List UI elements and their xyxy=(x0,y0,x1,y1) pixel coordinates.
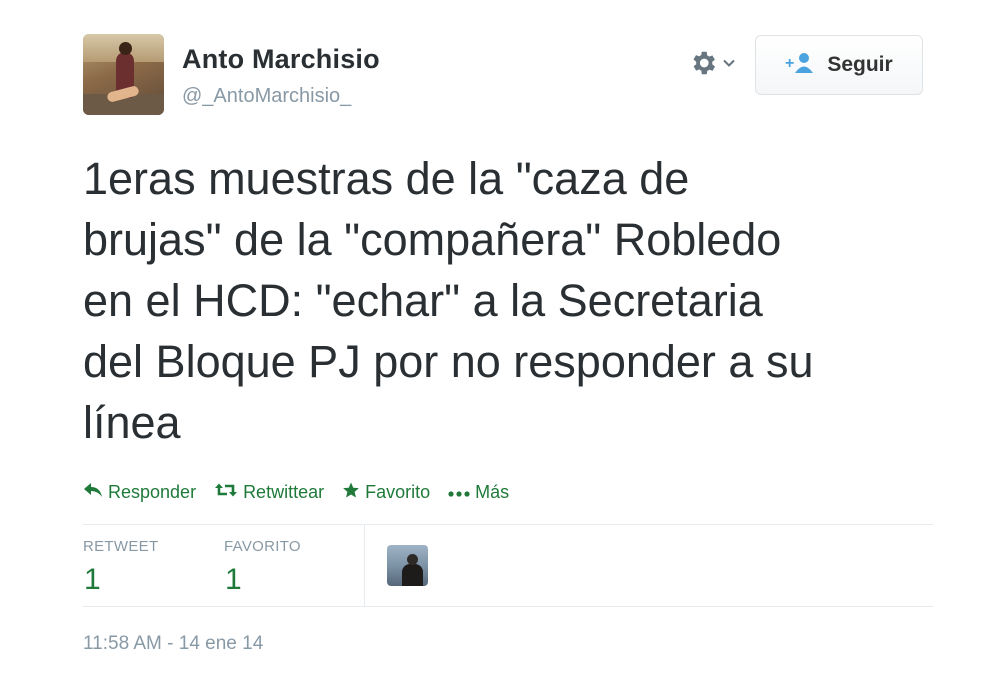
follow-button[interactable]: + Seguir xyxy=(755,35,923,95)
retweet-label: Retwittear xyxy=(243,481,325,502)
favorites-stat-label[interactable]: FAVORITO xyxy=(224,538,301,555)
reply-label: Responder xyxy=(108,481,197,502)
favoriter-avatar[interactable] xyxy=(387,545,428,586)
more-button[interactable]: Más xyxy=(448,482,509,503)
profile-avatar[interactable] xyxy=(83,34,164,115)
add-user-icon: + xyxy=(785,52,815,79)
favoriter-avatar-head xyxy=(407,554,418,565)
favorite-button[interactable]: Favorito xyxy=(342,481,430,504)
retweets-stat-label[interactable]: RETWEET xyxy=(83,538,158,555)
reply-icon xyxy=(83,482,103,503)
retweet-button[interactable]: Retwittear xyxy=(214,482,324,503)
tweet-text: 1eras muestras de la "caza de brujas" de… xyxy=(83,153,814,448)
gear-icon xyxy=(688,48,718,83)
favorite-label: Favorito xyxy=(365,481,431,502)
settings-dropdown[interactable] xyxy=(688,50,748,80)
tweet-timestamp[interactable]: 11:58 AM - 14 ene 14 xyxy=(83,633,263,655)
user-handle[interactable]: @_AntoMarchisio_ xyxy=(182,85,351,108)
tweet-actions: Responder Retwittear Favorito Más xyxy=(83,479,509,505)
svg-text:+: + xyxy=(785,55,794,72)
more-dots-icon xyxy=(448,482,470,503)
avatar-head xyxy=(119,42,132,55)
more-label: Más xyxy=(475,481,510,502)
chevron-down-icon xyxy=(722,56,736,75)
divider-bottom xyxy=(83,606,933,607)
user-name[interactable]: Anto Marchisio xyxy=(182,44,380,75)
favorites-stat-value[interactable]: 1 xyxy=(225,563,242,597)
reply-button[interactable]: Responder xyxy=(83,482,196,503)
stats-divider xyxy=(364,525,365,606)
favoriter-avatar-body xyxy=(402,564,423,586)
follow-label: Seguir xyxy=(827,53,893,76)
star-icon xyxy=(342,481,360,504)
retweet-icon xyxy=(214,482,238,503)
retweets-stat-value[interactable]: 1 xyxy=(84,563,101,597)
divider-top xyxy=(83,524,933,525)
